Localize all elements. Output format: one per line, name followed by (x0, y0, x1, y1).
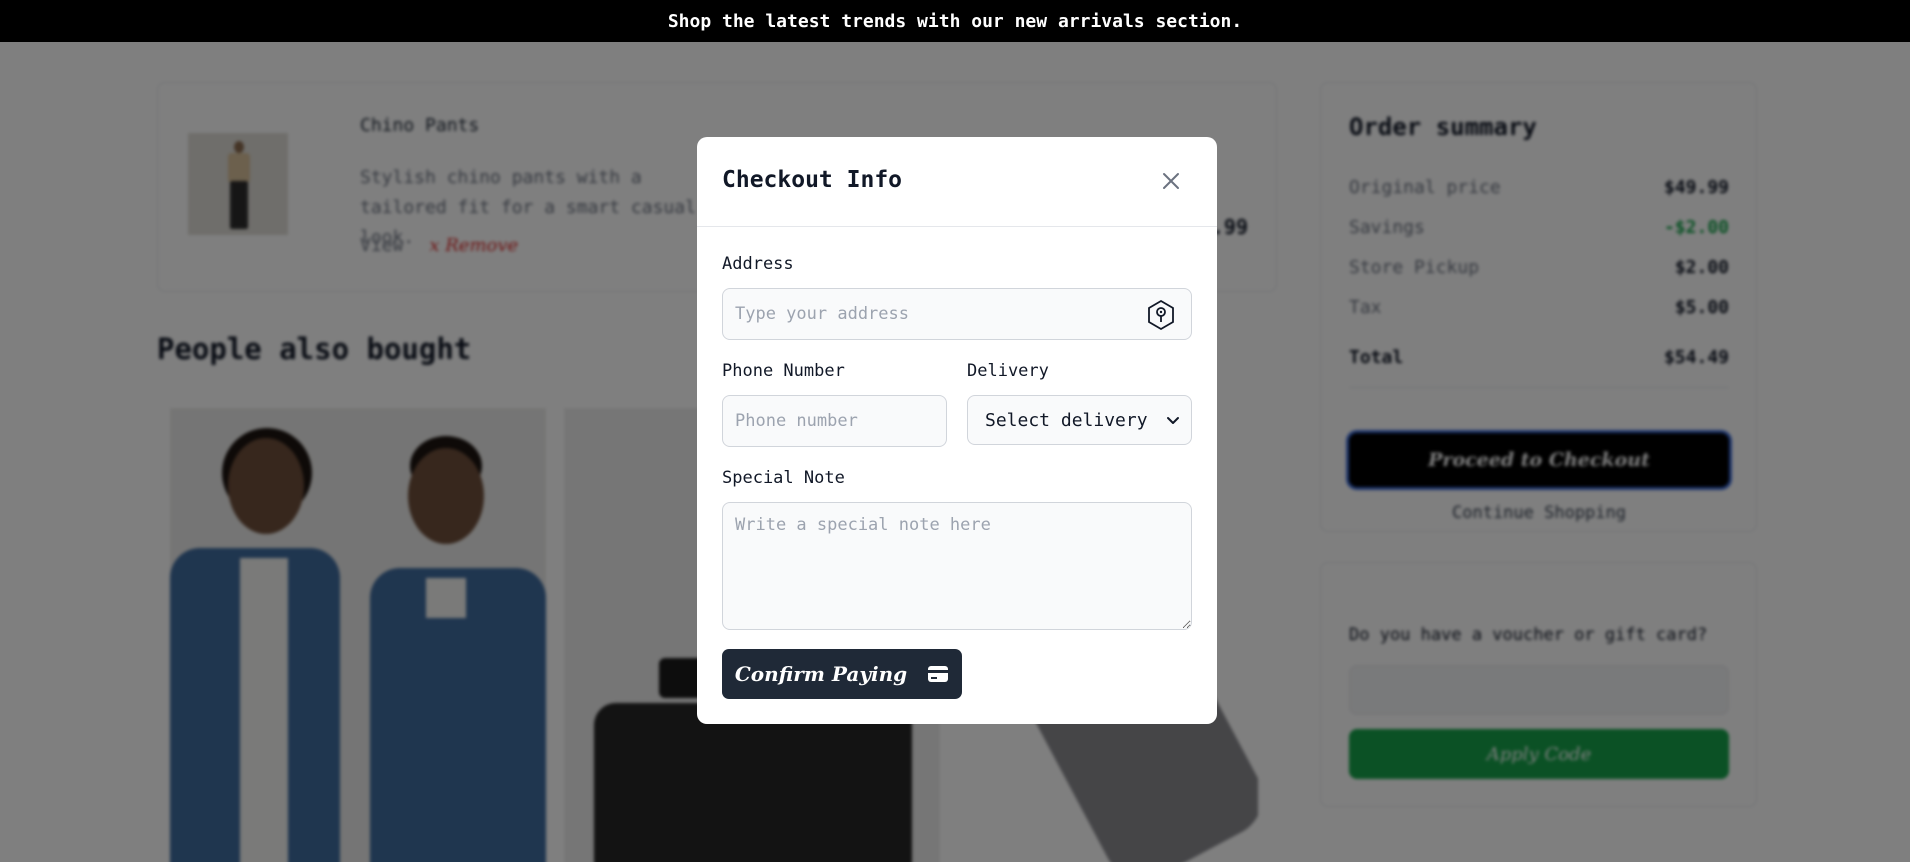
checkout-info-modal: Checkout Info Address Phone Number Deliv… (697, 137, 1217, 724)
phone-label: Phone Number (722, 361, 845, 381)
delivery-selected-value: Select delivery option (985, 409, 1150, 431)
address-label: Address (722, 254, 794, 274)
close-icon (1163, 173, 1179, 189)
announcement-text: Shop the latest trends with our new arri… (667, 10, 1243, 32)
phone-input[interactable] (722, 395, 947, 447)
delivery-select[interactable]: Select delivery option (967, 395, 1192, 445)
map-pin-shield-icon[interactable] (1145, 299, 1177, 331)
address-input[interactable] (722, 288, 1192, 340)
chevron-down-icon (1167, 417, 1179, 424)
credit-card-icon (928, 666, 949, 682)
confirm-paying-label: Confirm Paying (734, 662, 908, 686)
special-note-textarea[interactable] (722, 502, 1192, 630)
confirm-paying-button[interactable]: Confirm Paying (722, 649, 962, 699)
delivery-label: Delivery (967, 361, 1049, 381)
close-button[interactable] (1156, 166, 1186, 196)
modal-header: Checkout Info (697, 137, 1217, 227)
modal-title: Checkout Info (722, 167, 903, 193)
special-note-label: Special Note (722, 468, 845, 488)
announcement-banner: Shop the latest trends with our new arri… (0, 0, 1910, 42)
